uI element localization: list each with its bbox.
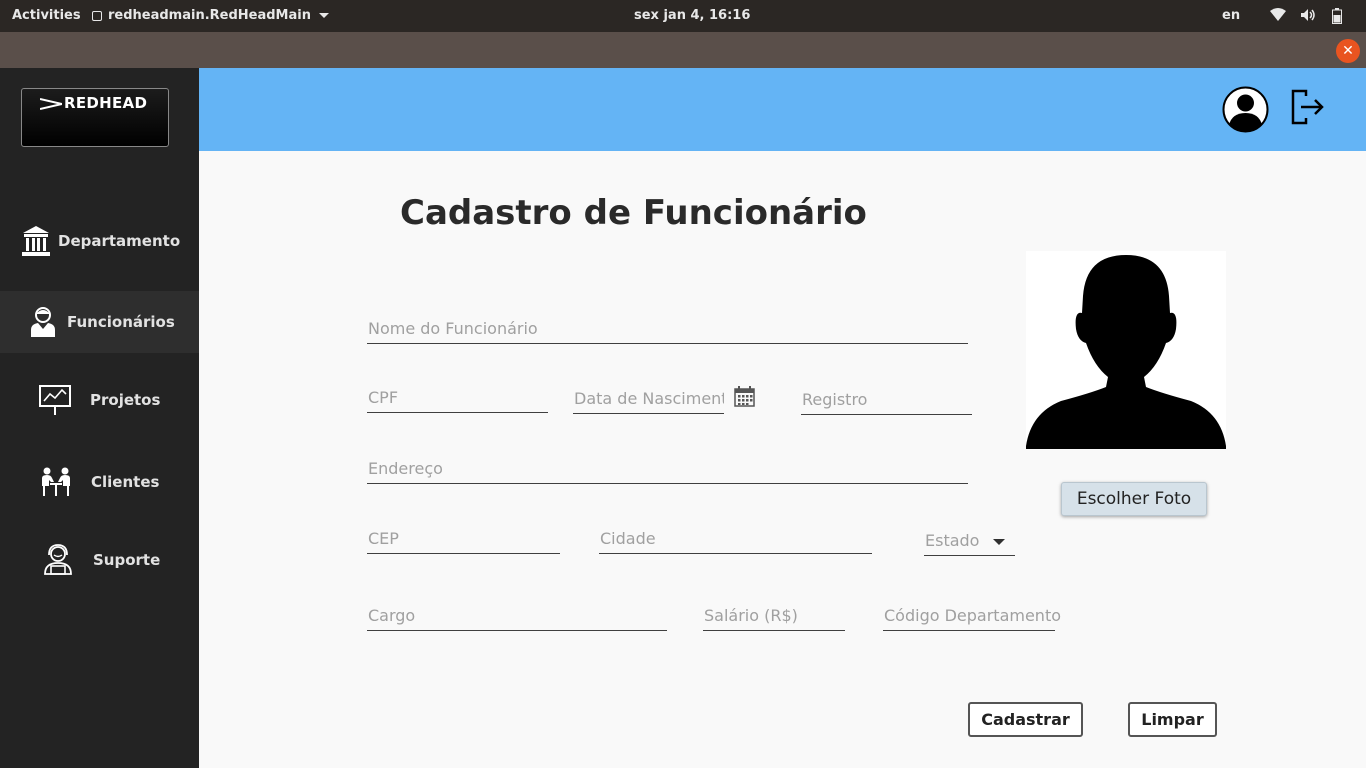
sidebar: REDHEAD Departamento Funcionários Projet…	[0, 68, 199, 768]
app-header	[199, 68, 1366, 151]
registro-placeholder: Registro	[802, 390, 868, 409]
clock[interactable]: sex jan 4, 16:16	[634, 8, 750, 23]
support-agent-icon	[44, 544, 72, 575]
chevron-down-icon	[318, 13, 329, 18]
sidebar-item-label: Clientes	[91, 473, 160, 491]
logo-text: REDHEAD	[64, 94, 148, 112]
window-title-bar	[0, 32, 1366, 68]
cep-input[interactable]: CEP	[367, 522, 560, 554]
nome-funcionario-placeholder: Nome do Funcionário	[368, 319, 538, 338]
sidebar-item-label: Funcionários	[67, 313, 175, 331]
choose-photo-button[interactable]: Escolher Foto	[1061, 482, 1207, 516]
employee-photo	[1026, 251, 1226, 449]
sidebar-item-suporte[interactable]: Suporte	[0, 529, 199, 591]
employee-icon	[31, 307, 55, 337]
volume-icon[interactable]	[1300, 8, 1316, 22]
cadastrar-button[interactable]: Cadastrar	[968, 702, 1083, 737]
page-title: Cadastro de Funcionário	[400, 193, 867, 233]
wifi-icon[interactable]	[1270, 8, 1286, 22]
cidade-input[interactable]: Cidade	[599, 522, 872, 554]
language-indicator[interactable]: en	[1222, 8, 1240, 23]
data-nascimento-placeholder: Data de Nasciment	[574, 389, 724, 408]
chevron-down-icon	[993, 539, 1005, 545]
codigo-departamento-placeholder: Código Departamento	[884, 606, 1062, 625]
presentation-icon	[39, 385, 71, 415]
app-menu[interactable]: redheadmain.RedHeadMain	[92, 8, 329, 23]
nome-funcionario-input[interactable]: Nome do Funcionário	[367, 312, 968, 344]
estado-select[interactable]: Estado	[924, 524, 1015, 556]
data-nascimento-input[interactable]: Data de Nasciment	[573, 382, 724, 414]
battery-icon[interactable]	[1332, 8, 1342, 24]
user-circle-icon[interactable]	[1222, 86, 1269, 133]
sidebar-item-departamento[interactable]: Departamento	[0, 210, 199, 272]
activities-button[interactable]: Activities	[12, 8, 81, 23]
cargo-input[interactable]: Cargo	[367, 599, 667, 631]
cidade-placeholder: Cidade	[600, 529, 656, 548]
endereco-input[interactable]: Endereço	[367, 452, 968, 484]
close-icon: ✕	[1342, 43, 1354, 59]
sidebar-item-label: Suporte	[93, 551, 161, 569]
logout-icon[interactable]	[1288, 88, 1326, 126]
salario-input[interactable]: Salário (R$)	[703, 599, 845, 631]
endereco-placeholder: Endereço	[368, 459, 443, 478]
sidebar-item-label: Projetos	[90, 391, 161, 409]
bank-icon	[22, 226, 50, 256]
system-top-bar: Activities redheadmain.RedHeadMain sex j…	[0, 0, 1366, 32]
salario-placeholder: Salário (R$)	[704, 606, 798, 625]
logo-arrow-icon	[40, 98, 62, 110]
registro-input[interactable]: Registro	[801, 383, 972, 415]
estado-placeholder: Estado	[925, 531, 980, 550]
person-silhouette-icon	[1026, 255, 1226, 449]
sidebar-item-clientes[interactable]: Clientes	[0, 451, 199, 513]
calendar-icon[interactable]	[734, 386, 755, 407]
cargo-placeholder: Cargo	[368, 606, 416, 625]
sidebar-item-projetos[interactable]: Projetos	[0, 369, 199, 431]
cpf-placeholder: CPF	[368, 388, 399, 407]
cpf-input[interactable]: CPF	[367, 381, 548, 413]
sidebar-item-funcionarios[interactable]: Funcionários	[0, 291, 199, 353]
app-window-icon	[92, 10, 102, 21]
codigo-departamento-input[interactable]: Código Departamento	[883, 599, 1061, 631]
sidebar-item-label: Departamento	[58, 232, 181, 250]
close-window-button[interactable]: ✕	[1336, 39, 1360, 63]
redhead-logo: REDHEAD	[21, 88, 169, 147]
app-name: redheadmain.RedHeadMain	[108, 8, 311, 23]
cep-placeholder: CEP	[368, 529, 399, 548]
limpar-button[interactable]: Limpar	[1128, 702, 1217, 737]
meeting-icon	[42, 467, 70, 496]
